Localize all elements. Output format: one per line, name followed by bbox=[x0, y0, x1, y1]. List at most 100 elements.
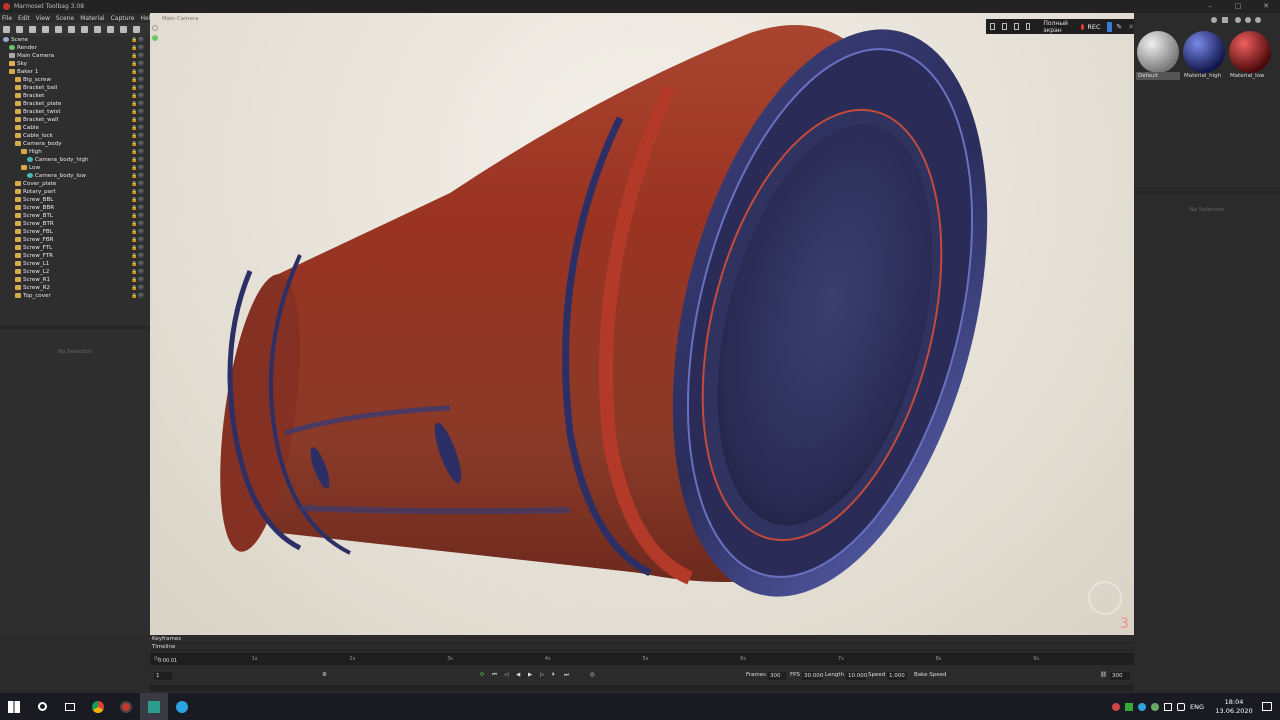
outliner-item[interactable]: Render 🔒👁 bbox=[0, 44, 150, 52]
timeline-scrubber[interactable] bbox=[150, 685, 1134, 691]
visibility-lock-icon[interactable]: 🔒👁 bbox=[131, 228, 144, 236]
speed-field[interactable]: 1.000 bbox=[887, 672, 907, 680]
outliner-item[interactable]: Screw_L1 🔒👁 bbox=[0, 260, 150, 268]
telegram-icon[interactable] bbox=[168, 693, 196, 720]
record-keys-icon[interactable]: ◎ bbox=[590, 672, 595, 678]
maximize-icon[interactable]: □ bbox=[1224, 0, 1252, 13]
add-camera-icon[interactable] bbox=[29, 26, 36, 33]
visibility-lock-icon[interactable]: 🔒👁 bbox=[131, 292, 144, 300]
material-divider[interactable] bbox=[1134, 191, 1280, 194]
material-thumb-low[interactable] bbox=[1228, 30, 1272, 74]
tray-app-icon[interactable] bbox=[1124, 702, 1133, 711]
visibility-lock-icon[interactable]: 🔒👁 bbox=[131, 212, 144, 220]
material-name-high[interactable]: Material_high bbox=[1182, 72, 1226, 80]
menu-file[interactable]: File bbox=[2, 15, 12, 22]
visibility-lock-icon[interactable]: 🔒👁 bbox=[131, 284, 144, 292]
menu-scene[interactable]: Scene bbox=[56, 15, 74, 22]
bake-speed-label[interactable]: Bake Speed bbox=[914, 672, 947, 678]
outliner-item[interactable]: Main Camera 🔒👁 bbox=[0, 52, 150, 60]
visibility-lock-icon[interactable]: 🔒👁 bbox=[131, 188, 144, 196]
outliner-item[interactable]: Scene 🔒👁 bbox=[0, 36, 150, 44]
clock[interactable]: 18:04 13.06.2020 bbox=[1210, 698, 1258, 716]
outliner-item[interactable]: Screw_FBR 🔒👁 bbox=[0, 236, 150, 244]
fps-field[interactable]: 30.000 bbox=[802, 672, 823, 680]
crop-icon[interactable] bbox=[1025, 23, 1031, 30]
visibility-lock-icon[interactable]: 🔒👁 bbox=[131, 276, 144, 284]
play-icon[interactable]: ▶ bbox=[528, 672, 532, 678]
visibility-lock-icon[interactable]: 🔒👁 bbox=[131, 260, 144, 268]
outliner-item[interactable]: Sky 🔒👁 bbox=[0, 60, 150, 68]
material-thumb-high[interactable] bbox=[1182, 30, 1226, 74]
add-object-icon[interactable] bbox=[3, 26, 10, 33]
loop-icon[interactable]: ⟳ bbox=[480, 672, 485, 678]
menu-material[interactable]: Material bbox=[80, 15, 104, 22]
end-frame-field[interactable]: 300 bbox=[1110, 672, 1130, 680]
region-capture-icon[interactable] bbox=[1013, 23, 1019, 30]
language-indicator[interactable]: ENG bbox=[1190, 703, 1204, 711]
outliner-item[interactable]: Bracket_ball 🔒👁 bbox=[0, 84, 150, 92]
outliner-item[interactable]: Cover_plate 🔒👁 bbox=[0, 180, 150, 188]
tray-app-icon[interactable] bbox=[1111, 702, 1120, 711]
outliner-item[interactable]: Camera_body 🔒👁 bbox=[0, 140, 150, 148]
add-light-icon[interactable] bbox=[16, 26, 23, 33]
material-name-low[interactable]: Material_low bbox=[1228, 72, 1272, 80]
search-icon[interactable] bbox=[28, 693, 56, 720]
marmoset-app-icon[interactable] bbox=[140, 693, 168, 720]
volume-icon[interactable] bbox=[1176, 702, 1185, 711]
outliner-item[interactable]: Screw_BBL 🔒👁 bbox=[0, 196, 150, 204]
visibility-lock-icon[interactable]: 🔒👁 bbox=[131, 132, 144, 140]
outliner-item[interactable]: Screw_BTR 🔒👁 bbox=[0, 220, 150, 228]
visibility-lock-icon[interactable]: 🔒👁 bbox=[131, 172, 144, 180]
outliner-item[interactable]: Screw_R2 🔒👁 bbox=[0, 284, 150, 292]
outliner-item[interactable]: Screw_FTL 🔒👁 bbox=[0, 244, 150, 252]
window-capture-icon[interactable] bbox=[1001, 23, 1007, 30]
outliner-item[interactable]: Cable_lock 🔒👁 bbox=[0, 132, 150, 140]
visibility-lock-icon[interactable]: 🔒👁 bbox=[131, 196, 144, 204]
add-audio-icon[interactable] bbox=[94, 26, 101, 33]
visibility-lock-icon[interactable]: 🔒👁 bbox=[131, 180, 144, 188]
outliner-item[interactable]: Screw_BTL 🔒👁 bbox=[0, 212, 150, 220]
visibility-lock-icon[interactable]: 🔒👁 bbox=[131, 92, 144, 100]
visibility-lock-icon[interactable]: 🔒👁 bbox=[131, 108, 144, 116]
material-thumb-default[interactable] bbox=[1136, 30, 1180, 74]
outliner-item[interactable]: Screw_R1 🔒👁 bbox=[0, 276, 150, 284]
visibility-lock-icon[interactable]: 🔒👁 bbox=[131, 100, 144, 108]
visibility-lock-icon[interactable]: 🔒👁 bbox=[131, 252, 144, 260]
add-fog-icon[interactable] bbox=[81, 26, 88, 33]
last-frame-icon[interactable]: ⏭ bbox=[564, 672, 569, 679]
minimize-icon[interactable]: – bbox=[1196, 0, 1224, 13]
outliner-item[interactable]: Camera_body_high 🔒👁 bbox=[0, 156, 150, 164]
start-button[interactable] bbox=[0, 693, 28, 720]
menu-icon[interactable] bbox=[990, 23, 995, 30]
timeline-header[interactable]: Timeline bbox=[150, 643, 1134, 651]
keyframes-header[interactable]: Keyframes bbox=[150, 635, 1134, 643]
first-frame-icon[interactable]: ⏮ bbox=[492, 672, 497, 679]
visibility-lock-icon[interactable]: 🔒👁 bbox=[131, 204, 144, 212]
visibility-lock-icon[interactable]: 🔒👁 bbox=[131, 68, 144, 76]
add-turntable-icon[interactable] bbox=[68, 26, 75, 33]
notifications-icon[interactable] bbox=[1262, 702, 1272, 711]
close-icon[interactable]: ✕ bbox=[1252, 0, 1280, 13]
fullscreen-button[interactable]: Полный экран bbox=[1043, 20, 1069, 34]
visibility-lock-icon[interactable]: 🔒👁 bbox=[131, 244, 144, 252]
visibility-lock-icon[interactable]: 🔒👁 bbox=[131, 164, 144, 172]
visibility-lock-icon[interactable]: 🔒👁 bbox=[131, 124, 144, 132]
prev-frame-icon[interactable]: ◀ bbox=[516, 672, 520, 678]
visibility-lock-icon[interactable]: 🔒👁 bbox=[131, 220, 144, 228]
visibility-lock-icon[interactable]: 🔒👁 bbox=[131, 60, 144, 68]
frame-field[interactable]: 1 bbox=[154, 672, 172, 680]
length-field[interactable]: 10.000 bbox=[846, 672, 867, 680]
outliner-item[interactable]: Big_screw 🔒👁 bbox=[0, 76, 150, 84]
add-baker-icon[interactable] bbox=[55, 26, 62, 33]
outliner-item[interactable]: High 🔒👁 bbox=[0, 148, 150, 156]
menu-view[interactable]: View bbox=[36, 15, 50, 22]
prev-key-icon[interactable]: ◁ bbox=[504, 672, 508, 678]
outliner-item[interactable]: Screw_BBR 🔒👁 bbox=[0, 204, 150, 212]
outliner-item[interactable]: Screw_L2 🔒👁 bbox=[0, 268, 150, 276]
tray-telegram-icon[interactable] bbox=[1137, 702, 1146, 711]
rec-button[interactable]: REC bbox=[1087, 23, 1100, 31]
tray-app-icon[interactable] bbox=[1150, 702, 1159, 711]
visibility-lock-icon[interactable]: 🔒👁 bbox=[131, 268, 144, 276]
visibility-lock-icon[interactable]: 🔒👁 bbox=[131, 148, 144, 156]
outliner-item[interactable]: Bracket_wall 🔒👁 bbox=[0, 116, 150, 124]
